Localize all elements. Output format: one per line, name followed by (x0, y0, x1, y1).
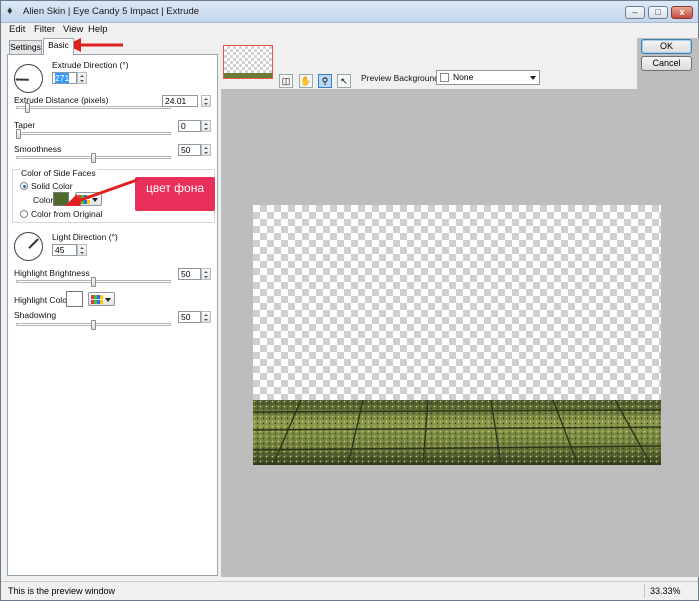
extrude-distance-spinner[interactable] (201, 95, 211, 107)
highlight-brightness-label: Highlight Brightness (14, 268, 90, 278)
light-direction-dial[interactable] (14, 232, 43, 261)
menu-edit[interactable]: Edit (9, 24, 25, 35)
background-none-icon (440, 73, 449, 82)
taper-input[interactable]: 0 (178, 120, 201, 132)
annotation-callout: цвет фона (135, 177, 215, 211)
shadowing-input[interactable]: 50 (178, 311, 201, 323)
highlight-brightness-slider[interactable] (91, 277, 96, 287)
tab-settings[interactable]: Settings (9, 40, 42, 54)
extrude-direction-label: Extrude Direction (°) (52, 60, 129, 70)
preview-background-select[interactable]: None (436, 70, 540, 85)
color-from-original-radio[interactable] (20, 210, 28, 218)
chevron-down-icon (530, 76, 536, 80)
highlight-brightness-input[interactable]: 50 (178, 268, 201, 280)
maximize-button[interactable]: □ (648, 6, 668, 19)
light-direction-hand (28, 238, 39, 249)
smoothness-input[interactable]: 50 (178, 144, 201, 156)
light-direction-input[interactable]: 45 (52, 244, 77, 256)
taper-slider[interactable] (16, 129, 21, 139)
palette-icon (91, 295, 103, 304)
annotation-arrow-color (65, 178, 138, 206)
annotation-text: цвет фона (145, 181, 205, 195)
extrude-direction-value: 271 (55, 73, 70, 83)
highlight-brightness-spinner[interactable] (201, 268, 211, 280)
extrude-direction-input[interactable]: 271 (52, 72, 77, 84)
menu-bar: Edit Filter View Help (1, 23, 698, 36)
smoothness-spinner[interactable] (201, 144, 211, 156)
taper-track[interactable] (16, 132, 171, 135)
preview-navigator-thumbnail[interactable] (223, 45, 273, 79)
highlight-color-label: Highlight Color (14, 295, 70, 305)
ok-button[interactable]: OK (641, 39, 692, 54)
basic-tab-pane: Extrude Direction (°) 271 Extrude Distan… (7, 54, 218, 576)
status-text: This is the preview window (8, 586, 116, 596)
extrude-distance-slider[interactable] (25, 103, 30, 113)
shadowing-label: Shadowing (14, 310, 57, 320)
thumbnail-floor-strip (224, 73, 272, 78)
highlight-color-palette-button[interactable] (88, 292, 115, 306)
taper-spinner[interactable] (201, 120, 211, 132)
preview-background-label: Preview Background: (361, 73, 442, 83)
smoothness-slider[interactable] (91, 153, 96, 163)
status-bar: This is the preview window 33.33% (1, 581, 698, 600)
app-icon: ♦ (7, 5, 13, 17)
close-button[interactable]: x (671, 6, 693, 19)
light-direction-label: Light Direction (°) (52, 232, 118, 242)
zoom-tool-icon[interactable]: ⚲ (318, 74, 332, 88)
tab-basic[interactable]: Basic (43, 38, 74, 55)
window-title: Alien Skin | Eye Candy 5 Impact | Extrud… (23, 6, 200, 17)
zoom-level: 33.33% (650, 586, 681, 596)
shadowing-slider[interactable] (91, 320, 96, 330)
extrude-direction-dial[interactable] (14, 64, 43, 93)
side-color-label: Color (33, 195, 54, 205)
menu-view[interactable]: View (63, 24, 83, 35)
extrude-distance-input[interactable]: 24.01 (162, 95, 198, 107)
app-window: ♦ Alien Skin | Eye Candy 5 Impact | Extr… (0, 0, 699, 601)
pointer-tool-icon[interactable]: ↖ (337, 74, 351, 88)
hand-tool-icon[interactable]: ✋ (299, 74, 313, 88)
extrude-distance-track[interactable] (16, 106, 171, 109)
cancel-button[interactable]: Cancel (641, 56, 692, 71)
extrude-direction-spinner[interactable] (77, 72, 87, 84)
settings-panel: Settings Basic Extrude Direction (°) 271… (7, 38, 218, 577)
highlight-color-swatch[interactable] (66, 291, 83, 307)
chevron-down-icon (105, 298, 111, 302)
extruded-floor-image (253, 400, 661, 465)
preview-background-value: None (453, 72, 474, 82)
smoothness-label: Smoothness (14, 144, 62, 154)
solid-color-radio[interactable] (20, 182, 28, 190)
annotation-arrow-tab (67, 38, 123, 52)
compare-icon[interactable]: ◫ (279, 74, 293, 88)
title-bar: ♦ Alien Skin | Eye Candy 5 Impact | Extr… (1, 1, 698, 23)
status-divider (644, 584, 645, 598)
light-direction-spinner[interactable] (77, 244, 87, 256)
minimize-button[interactable]: – (625, 6, 645, 19)
menu-help[interactable]: Help (88, 24, 108, 35)
preview-canvas[interactable] (253, 205, 661, 465)
extrude-direction-hand (15, 79, 29, 81)
shadowing-spinner[interactable] (201, 311, 211, 323)
menu-filter[interactable]: Filter (34, 24, 55, 35)
